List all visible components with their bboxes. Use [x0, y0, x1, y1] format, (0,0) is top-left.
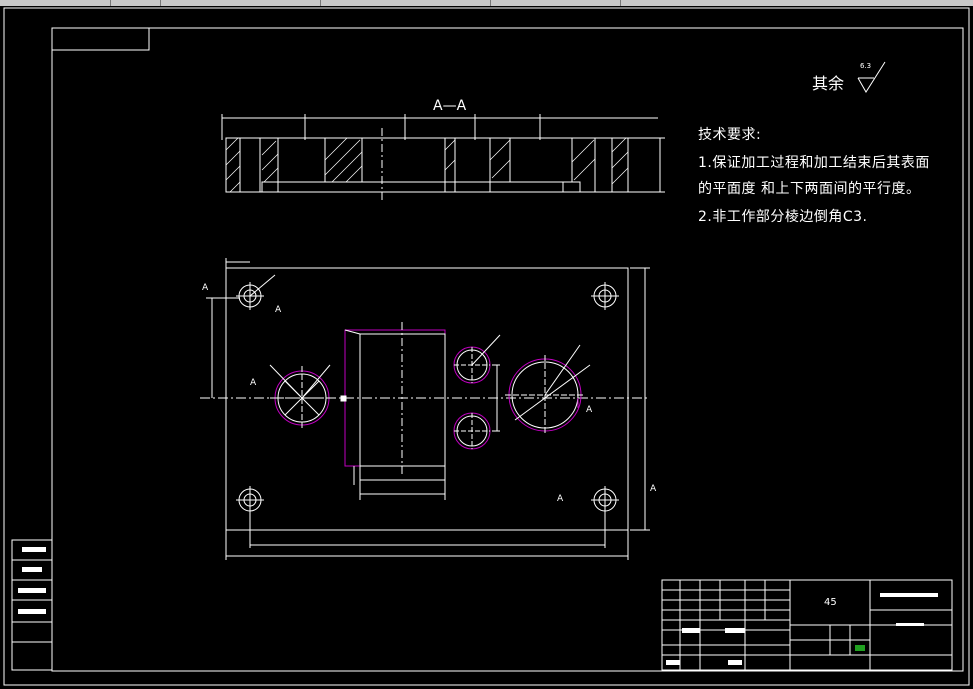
cad-drawing-canvas [3, 7, 970, 686]
plate-outline [225, 267, 629, 531]
requirements-heading: 技术要求: [698, 127, 762, 143]
plan-view [200, 258, 650, 560]
left-table-label [18, 588, 46, 593]
left-table-label [22, 567, 42, 572]
section-mark-a6: A [650, 484, 657, 494]
section-mark-a4: A [586, 405, 593, 415]
section-mark-a2: A [275, 305, 282, 315]
material-label: 45 [824, 597, 837, 608]
title-block-label [666, 660, 680, 665]
section-label: A—A [433, 98, 467, 114]
left-table-label [22, 547, 46, 552]
section-mark-a3: A [250, 378, 257, 388]
roughness-value: 6.3 [860, 62, 872, 70]
title-block-label [725, 628, 745, 633]
title-block-label [682, 628, 700, 633]
title-block-label [728, 660, 742, 665]
section-view [221, 114, 665, 200]
requirement-line-3: 2.非工作部分棱边倒角C3. [698, 209, 868, 225]
outer-frame [3, 7, 970, 686]
section-mark-a5: A [557, 494, 564, 504]
corner-code-box [51, 27, 150, 51]
title-block-drawing-name [896, 623, 924, 626]
requirement-line-2: 的平面度 和上下两面间的平行度。 [698, 181, 921, 197]
inner-frame [51, 27, 964, 672]
left-table-label [18, 609, 46, 614]
left-margin-table [11, 539, 53, 671]
title-block-school [880, 593, 938, 597]
requirement-line-1: 1.保证加工过程和加工结束后其表面 [698, 155, 930, 171]
scale-mark [855, 645, 865, 651]
section-mark-a1: A [202, 283, 209, 293]
surface-note: 其余 [812, 74, 845, 93]
